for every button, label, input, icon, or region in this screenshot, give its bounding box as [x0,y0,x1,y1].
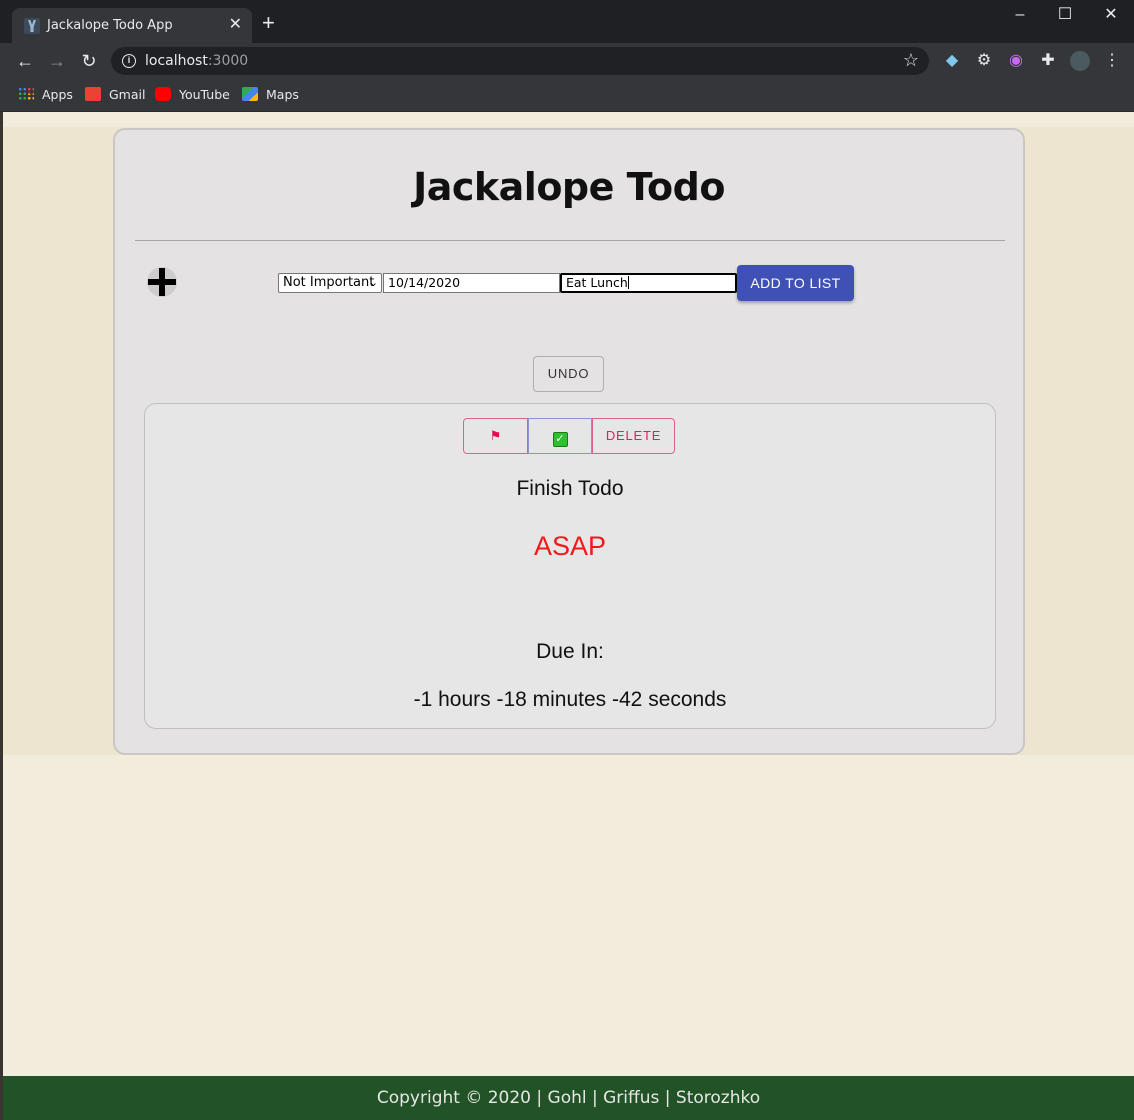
flag-icon: ⚑ [489,428,502,443]
complete-button[interactable]: ✓ [528,418,592,454]
chevron-down-icon: ⌄ [368,276,378,289]
add-to-list-button[interactable]: ADD TO LIST [737,265,854,301]
puzzle-icon[interactable]: ✚ [1038,51,1058,71]
bookmark-star-icon[interactable]: ☆ [903,50,919,71]
address-bar[interactable]: i localhost:3000 ☆ [111,47,929,75]
browser-tab[interactable]: Jackalope Todo App ✕ [12,8,252,43]
bookmark-youtube[interactable]: YouTube [155,87,230,105]
apps-grid-icon [18,87,34,101]
info-icon[interactable]: i [122,54,136,68]
forward-icon[interactable]: → [45,49,69,73]
todo-app-card: Jackalope Todo Not Important ⌄ 10/14/2020… [113,128,1025,755]
tab-title: Jackalope Todo App [47,18,173,33]
reload-icon[interactable]: ↻ [77,49,101,73]
menu-icon[interactable]: ⋮ [1102,51,1122,71]
bookmark-apps[interactable]: Apps [18,87,73,105]
maps-icon [242,87,258,101]
due-in-label: Due In: [536,640,604,663]
browser-titlebar: Jackalope Todo App ✕ + – ☐ ✕ [0,0,1134,43]
undo-button[interactable]: UNDO [533,356,604,392]
footer: Copyright © 2020 | Gohl | Griffus | Stor… [3,1076,1134,1120]
priority-select[interactable]: Not Important ⌄ [278,273,382,293]
todo-priority: ASAP [533,531,607,561]
bookmarks-bar: Apps Gmail YouTube Maps [0,79,1134,112]
new-tab-icon[interactable]: + [262,12,275,34]
browser-toolbar: ← → ↻ i localhost:3000 ☆ ◆ ⚙ ◉ ✚ ⋮ [0,43,1134,79]
maximize-icon[interactable]: ☐ [1042,4,1088,26]
due-date-input[interactable]: 10/14/2020 [383,273,560,293]
extension-icon[interactable]: ◆ [942,51,962,71]
checkmark-icon: ✓ [552,432,568,447]
due-in-countdown: -1 hours -18 minutes -42 seconds [413,688,727,711]
gmail-icon [85,87,101,101]
back-icon[interactable]: ← [13,49,37,73]
bookmark-gmail[interactable]: Gmail [85,87,145,105]
gear-icon[interactable]: ⚙ [974,51,994,71]
close-window-icon[interactable]: ✕ [1088,4,1134,26]
page-title: Jackalope Todo [413,165,725,209]
jackalope-favicon-icon [24,18,40,34]
page-body: Jackalope Todo Not Important ⌄ 10/14/2020… [3,112,1134,1076]
delete-button[interactable]: DELETE [592,418,675,454]
task-input[interactable]: Eat Lunch [560,273,737,293]
minimize-icon[interactable]: – [997,4,1043,26]
color-wheel-icon[interactable]: ◉ [1006,51,1026,71]
todo-task-text: Finish Todo [516,477,624,500]
avatar[interactable] [1070,51,1090,71]
flag-button[interactable]: ⚑ [463,418,528,454]
plus-icon[interactable] [147,267,177,297]
url-text: localhost:3000 [145,53,249,69]
youtube-icon [155,87,171,101]
todo-item: ⚑ ✓ DELETE Finish Todo ASAP Due In: -1 h… [144,403,996,729]
close-tab-icon[interactable]: ✕ [229,15,242,35]
bookmark-maps[interactable]: Maps [242,87,299,105]
title-divider [135,240,1005,241]
